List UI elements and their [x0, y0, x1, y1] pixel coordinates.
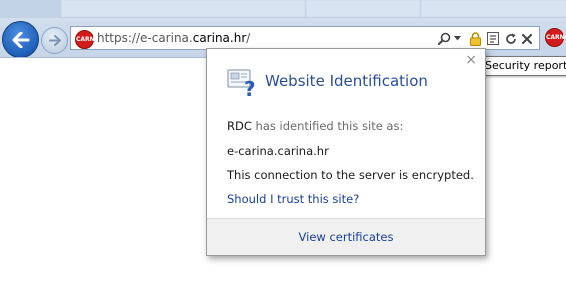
trust-site-link[interactable]: Should I trust this site? [227, 192, 359, 206]
background-tab[interactable] [420, 0, 566, 18]
close-icon[interactable]: × [465, 53, 477, 67]
refresh-icon[interactable] [504, 31, 517, 46]
address-bar[interactable]: CARNet https://e-carina.carina.hr/ [70, 26, 540, 50]
back-arrow-icon [12, 31, 29, 48]
view-certificates-link[interactable]: View certificates [299, 230, 394, 244]
tab-favicon[interactable]: CARNet [545, 28, 566, 47]
url-domain: carina.hr [192, 31, 247, 45]
tab-strip [0, 0, 566, 18]
compatibility-view-icon[interactable] [486, 31, 499, 46]
background-tab[interactable] [60, 0, 308, 18]
stop-icon[interactable] [521, 31, 533, 46]
svg-text:?: ? [244, 77, 256, 97]
popup-title: Website Identification [265, 72, 428, 90]
issuer-line: RDC has identified this site as: [227, 119, 403, 133]
certificate-question-icon: ? [227, 69, 256, 97]
forward-arrow-icon [48, 35, 61, 46]
url-prefix: https://e-carina. [97, 31, 193, 45]
background-tab[interactable] [305, 0, 423, 18]
back-button[interactable] [2, 21, 39, 57]
encryption-status: This connection to the server is encrypt… [227, 168, 474, 182]
security-report-tooltip: Security report [478, 56, 566, 76]
issuer-name: RDC [227, 119, 252, 133]
forward-button[interactable] [41, 27, 68, 54]
popup-footer: View certificates [207, 218, 485, 255]
dropdown-icon[interactable] [453, 31, 461, 46]
lock-icon[interactable] [469, 31, 482, 46]
website-identification-popup: × ? Website Identification RDC has ident… [206, 48, 486, 256]
search-icon[interactable] [437, 31, 451, 46]
url-suffix: / [246, 31, 251, 45]
issuer-text: has identified this site as: [255, 119, 404, 133]
url-text[interactable]: https://e-carina.carina.hr/ [97, 31, 250, 45]
site-name: e-carina.carina.hr [227, 144, 329, 158]
site-favicon: CARNet [75, 30, 102, 49]
